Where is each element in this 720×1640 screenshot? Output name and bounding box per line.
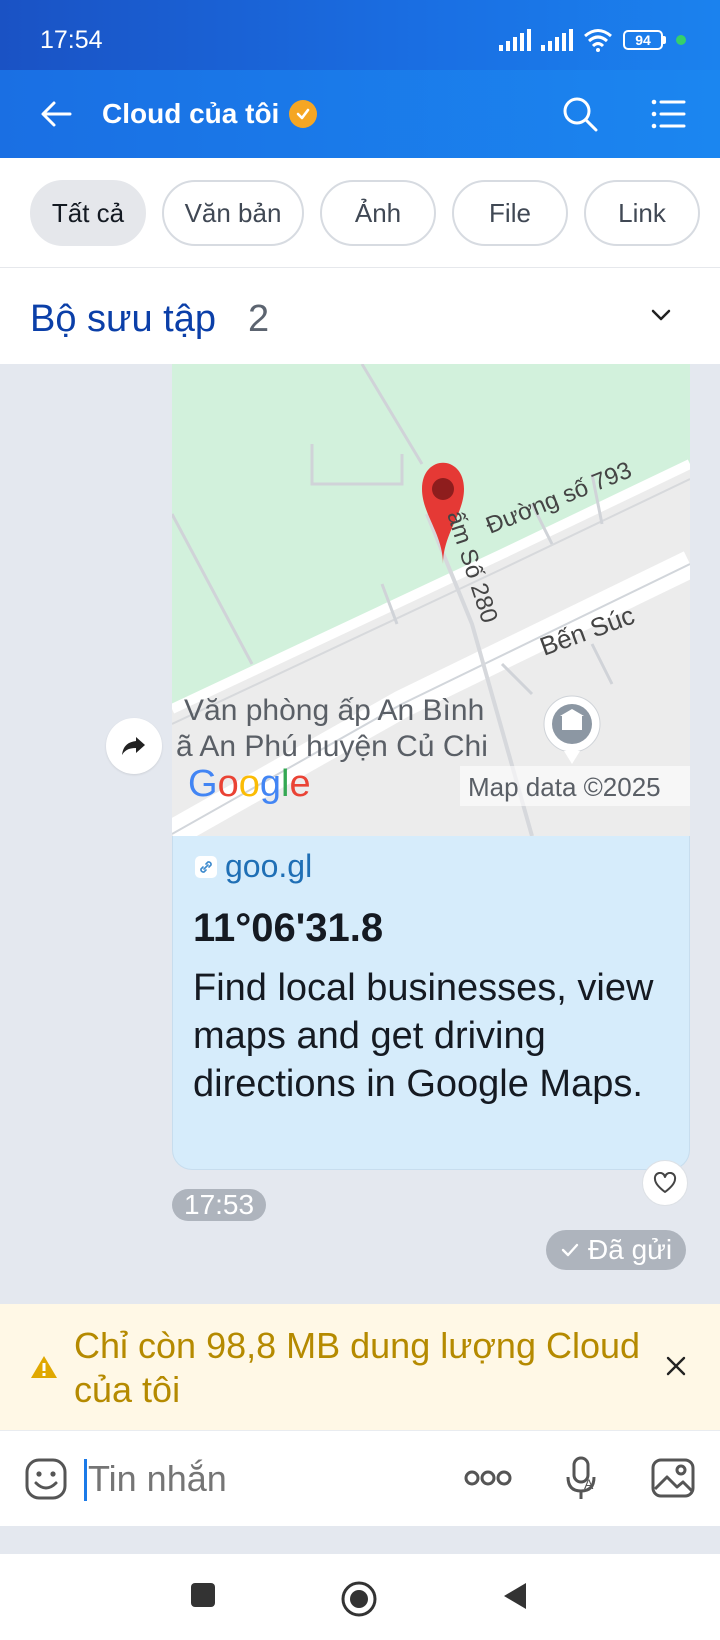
gallery-icon[interactable] [650, 1455, 696, 1501]
storage-warning-text: Chỉ còn 98,8 MB dung lượng Cloud của tôi [74, 1325, 641, 1410]
filter-chip-link[interactable]: Link [584, 180, 700, 246]
sent-status-text: Đã gửi [588, 1234, 673, 1265]
status-dot [676, 35, 686, 45]
bottom-gap [0, 1526, 720, 1554]
status-time: 17:54 [40, 26, 103, 54]
signal-icon [499, 29, 531, 51]
link-description: Find local businesses, view maps and get… [193, 967, 654, 1105]
chat-area: Đường số 793 ấm Số 280 Bến Súc Văn phòng… [0, 364, 720, 1304]
link-preview-panel[interactable]: goo.gl 11°06'31.8 Find local businesses,… [172, 836, 690, 1170]
status-bar: 17:54 94 [0, 0, 720, 70]
map-image: Đường số 793 ấm Số 280 Bến Súc Văn phòng… [172, 364, 690, 836]
forward-icon [122, 737, 145, 755]
sticker-icon[interactable] [24, 1457, 68, 1501]
status-icons: 94 [499, 28, 686, 52]
message-time: 17:53 [172, 1189, 267, 1221]
home-icon[interactable] [340, 1580, 378, 1618]
voice-input-icon[interactable]: A [564, 1455, 600, 1503]
search-icon[interactable] [560, 94, 600, 134]
back-arrow-icon[interactable] [36, 94, 76, 134]
storage-warning-banner: Chỉ còn 98,8 MB dung lượng Cloud của tôi [0, 1304, 720, 1430]
collection-header[interactable]: Bộ sưu tập 2 [0, 268, 720, 364]
message-input[interactable] [84, 1453, 424, 1505]
map-preview[interactable]: Đường số 793 ấm Số 280 Bến Súc Văn phòng… [172, 364, 690, 836]
page-title-wrap: Cloud của tôi [102, 98, 318, 130]
react-button[interactable] [642, 1160, 688, 1206]
more-options-icon[interactable] [464, 1463, 512, 1493]
sent-status-badge: Đã gửi [546, 1230, 687, 1270]
list-menu-icon[interactable] [648, 94, 688, 134]
google-logo: Google [188, 763, 311, 805]
link-domain[interactable]: goo.gl [225, 848, 312, 885]
filter-chip-file[interactable]: File [452, 180, 568, 246]
map-place-name: ã An Phú huyện Củ Chi [176, 730, 488, 763]
app-header: Cloud của tôi [0, 70, 720, 158]
signal-icon-2 [541, 29, 573, 51]
filter-chip-all[interactable]: Tất cả [30, 180, 146, 246]
heart-icon [653, 1172, 677, 1193]
close-icon[interactable] [664, 1354, 688, 1378]
svg-text:A: A [584, 1476, 594, 1492]
filter-chip-photo[interactable]: Ảnh [320, 180, 436, 246]
system-nav-bar [0, 1554, 720, 1640]
check-icon [561, 1243, 579, 1257]
verified-icon [289, 100, 318, 128]
battery-level: 94 [623, 30, 663, 50]
page-title: Cloud của tôi [102, 98, 280, 129]
filter-bar: Tất cả Văn bản Ảnh File Link [0, 158, 720, 268]
battery-icon: 94 [623, 30, 666, 50]
recent-apps-icon[interactable] [188, 1580, 218, 1610]
back-nav-icon[interactable] [500, 1580, 530, 1612]
message-input-bar: A [0, 1430, 720, 1526]
link-icon [195, 855, 217, 878]
link-title: 11°06'31.8 [193, 906, 384, 950]
collection-label: Bộ sưu tập [30, 298, 216, 340]
chevron-down-icon[interactable] [648, 302, 674, 328]
collection-count: 2 [248, 298, 270, 340]
wifi-icon [584, 29, 612, 52]
link-domain-row: goo.gl [195, 848, 312, 885]
map-place-name: Văn phòng ấp An Bình [184, 694, 484, 727]
map-attribution: Map data ©2025 [468, 772, 661, 802]
warning-icon [31, 1356, 57, 1378]
filter-chip-text[interactable]: Văn bản [162, 180, 304, 246]
forward-button[interactable] [106, 718, 162, 774]
